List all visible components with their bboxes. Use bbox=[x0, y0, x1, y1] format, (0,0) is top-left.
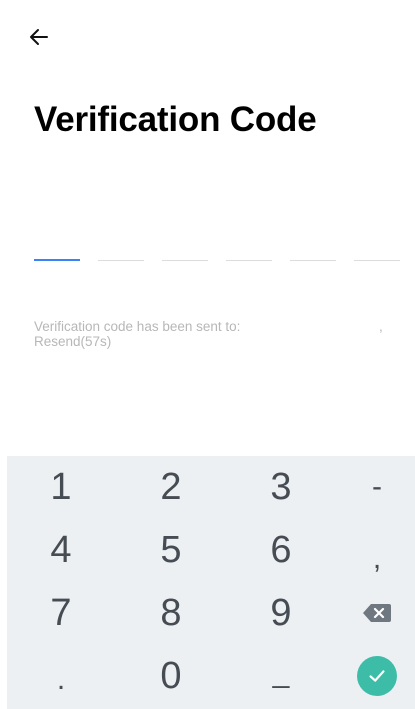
resend-link[interactable]: Resend(57s) bbox=[34, 334, 111, 349]
sent-text: Verification code has been sent to: bbox=[34, 319, 241, 334]
key-0[interactable]: 0 bbox=[121, 645, 221, 707]
key-8[interactable]: 8 bbox=[121, 582, 221, 644]
check-icon bbox=[369, 670, 385, 682]
key-4[interactable]: 4 bbox=[11, 519, 111, 581]
sent-line: Verification code has been sent to: , bbox=[34, 319, 394, 334]
key-dot[interactable]: . bbox=[11, 649, 111, 709]
key-underscore[interactable]: _ bbox=[231, 642, 331, 704]
key-1[interactable]: 1 bbox=[11, 456, 111, 518]
code-digit-1[interactable] bbox=[34, 228, 80, 261]
code-digit-3[interactable] bbox=[162, 228, 208, 261]
arrow-left-icon bbox=[30, 29, 48, 45]
code-digit-5[interactable] bbox=[290, 228, 336, 261]
numeric-keyboard: 1 2 3 - 4 5 6 , 7 8 9 . 0 _ bbox=[7, 456, 415, 709]
verification-info: Verification code has been sent to: , Re… bbox=[34, 319, 394, 349]
masked-contact: , bbox=[379, 319, 383, 334]
key-2[interactable]: 2 bbox=[121, 456, 221, 518]
key-6[interactable]: 6 bbox=[231, 519, 331, 581]
back-button[interactable] bbox=[22, 20, 56, 54]
code-digit-2[interactable] bbox=[98, 228, 144, 261]
confirm-circle bbox=[357, 656, 397, 696]
backspace-icon bbox=[363, 604, 391, 622]
verification-screen: Verification Code Verification code has … bbox=[0, 0, 415, 709]
code-digit-4[interactable] bbox=[226, 228, 272, 261]
key-7[interactable]: 7 bbox=[11, 582, 111, 644]
key-9[interactable]: 9 bbox=[231, 582, 331, 644]
key-3[interactable]: 3 bbox=[231, 456, 331, 518]
code-input-row bbox=[0, 228, 415, 264]
code-digit-6[interactable] bbox=[354, 228, 400, 261]
page-title: Verification Code bbox=[34, 100, 317, 139]
key-dash[interactable]: - bbox=[327, 456, 415, 518]
key-5[interactable]: 5 bbox=[121, 519, 221, 581]
confirm-key[interactable] bbox=[327, 645, 415, 707]
key-comma[interactable]: , bbox=[327, 528, 415, 590]
delete-key[interactable] bbox=[327, 582, 415, 644]
